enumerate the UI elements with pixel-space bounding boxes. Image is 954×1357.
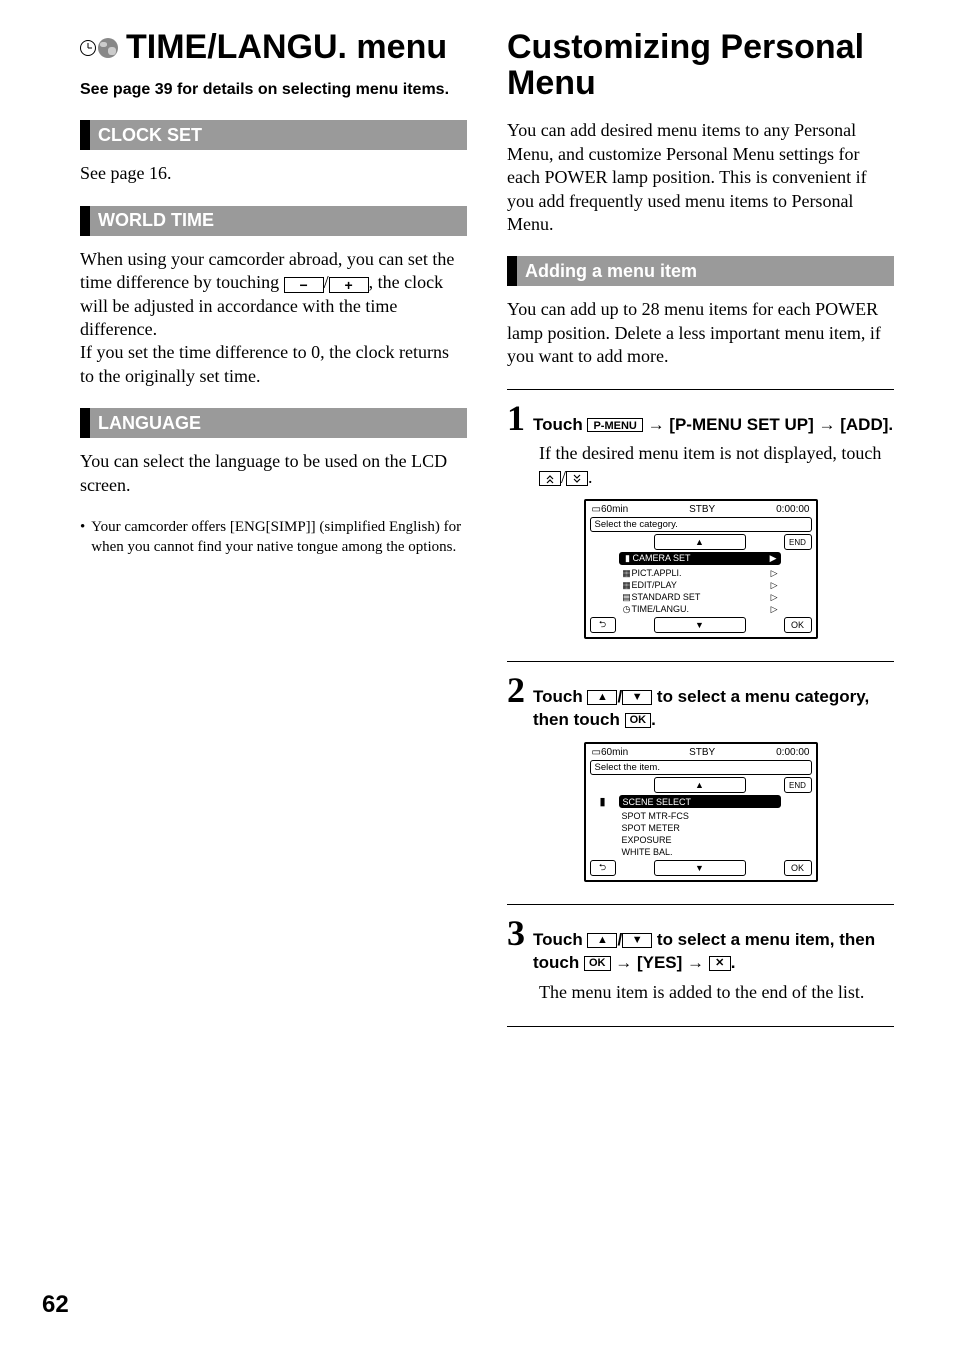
- step-1-head: Touch P-MENU → [P-MENU SET UP] → [ADD].: [533, 414, 893, 437]
- right-intro: You can add desired menu items to any Pe…: [507, 119, 894, 236]
- clock-set-bar: CLOCK SET: [80, 120, 467, 150]
- step-2: 2 Touch ▲/▼ to select a menu category, t…: [507, 661, 894, 882]
- lcd2-back-icon: ⮌: [590, 860, 616, 876]
- lcd2-item-whitebal: WHITE BAL.: [619, 846, 781, 858]
- lcd1-item-time: ◷TIME/LANGU.▷: [619, 603, 781, 615]
- down-arrow-button-icon: ▼: [622, 690, 652, 705]
- adding-menu-title: Adding a menu item: [517, 261, 697, 282]
- step-1-number: 1: [507, 400, 525, 436]
- s3-yes: → [YES] →: [611, 953, 709, 972]
- down-arrow-button-icon-2: ▼: [622, 933, 652, 948]
- s1-mid: → [P-MENU SET UP] → [ADD].: [648, 415, 894, 434]
- plus-button-icon: +: [329, 277, 369, 293]
- s3-end: .: [731, 953, 736, 972]
- lcd1-time: 0:00:00: [776, 504, 809, 515]
- add-intro: You can add up to 28 menu items for each…: [507, 298, 894, 368]
- scroll-down-double-icon: [566, 471, 588, 486]
- left-heading: TIME/LANGU. menu: [80, 30, 467, 66]
- ok-button-icon-2: OK: [584, 956, 611, 971]
- step-2-head: Touch ▲/▼ to select a menu category, the…: [533, 686, 894, 732]
- right-column: Customizing Personal Menu You can add de…: [507, 30, 894, 1027]
- language-bullet: • Your camcorder offers [ENG[SIMP]] (sim…: [80, 517, 467, 558]
- lcd1-item-standard: ▤STANDARD SET▷: [619, 591, 781, 603]
- page-number: 62: [42, 1291, 69, 1319]
- world-time-bar: WORLD TIME: [80, 206, 467, 236]
- language-body: You can select the language to be used o…: [80, 450, 467, 497]
- clock-icon: [80, 40, 96, 56]
- left-column: TIME/LANGU. menu See page 39 for details…: [80, 30, 467, 1027]
- lcd1-item-edit: ▦EDIT/PLAY▷: [619, 579, 781, 591]
- globe-icon: [98, 38, 118, 58]
- lcd2-item-spotmeter: SPOT METER: [619, 822, 781, 834]
- lcd1-down-icon: ▼: [654, 617, 746, 633]
- lcd2-item-scene: SCENE SELECT: [619, 795, 781, 808]
- bullet-icon: •: [80, 517, 85, 558]
- lcd1-item-camera: ▮CAMERA SET▶: [619, 552, 781, 565]
- lcd2-list: ▲ SCENE SELECT SPOT MTR-FCS SPOT METER E…: [619, 777, 781, 858]
- lcd1-end-btn: END: [784, 534, 812, 550]
- s1-pre: Touch: [533, 415, 587, 434]
- lcd2-title: Select the item.: [590, 760, 812, 775]
- language-bar: LANGUAGE: [80, 408, 467, 438]
- lcd2-item-exposure: EXPOSURE: [619, 834, 781, 846]
- step-3-head: Touch ▲/▼ to select a menu item, then to…: [533, 929, 894, 975]
- clock-set-title: CLOCK SET: [90, 125, 202, 146]
- step-1-sub: If the desired menu item is not displaye…: [539, 442, 894, 489]
- up-arrow-button-icon: ▲: [587, 690, 617, 705]
- lcd2-batt: ▭60min: [592, 747, 629, 758]
- lcd2-stby: STBY: [689, 747, 715, 758]
- lcd2-time: 0:00:00: [776, 747, 809, 758]
- s3-pre: Touch: [533, 930, 587, 949]
- lcd1-ok-btn: OK: [784, 617, 812, 633]
- pmenu-button-icon: P-MENU: [587, 418, 642, 432]
- step-3-number: 3: [507, 915, 525, 951]
- lcd2-ok-btn: OK: [784, 860, 812, 876]
- world-time-title: WORLD TIME: [90, 210, 214, 231]
- lcd1-stby: STBY: [689, 504, 715, 515]
- lcd1-title: Select the category.: [590, 517, 812, 532]
- adding-menu-bar: Adding a menu item: [507, 256, 894, 286]
- s2-end: .: [651, 710, 656, 729]
- step-1: 1 Touch P-MENU → [P-MENU SET UP] → [ADD]…: [507, 389, 894, 640]
- selecting-note: See page 39 for details on selecting men…: [80, 80, 467, 101]
- world-time-body: When using your camcorder abroad, you ca…: [80, 248, 467, 388]
- close-x-button-icon: ✕: [709, 956, 731, 971]
- lcd2-up-icon: ▲: [654, 777, 746, 793]
- lcd-screen-2: ▭60min STBY 0:00:00 Select the item. ▮ ▲…: [584, 742, 818, 882]
- lcd2-item-spotmtr: SPOT MTR-FCS: [619, 810, 781, 822]
- lcd1-item-pict: ▦PICT.APPLI.▷: [619, 567, 781, 579]
- step-3-sub: The menu item is added to the end of the…: [539, 981, 894, 1004]
- lcd1-back-icon: ⮌: [590, 617, 616, 633]
- minus-button-icon: −: [284, 277, 324, 293]
- step-2-number: 2: [507, 672, 525, 708]
- lcd2-end-btn: END: [784, 777, 812, 793]
- step-3: 3 Touch ▲/▼ to select a menu item, then …: [507, 904, 894, 1004]
- lcd1-up-icon: ▲: [654, 534, 746, 550]
- s2-pre: Touch: [533, 687, 587, 706]
- lcd2-down-icon: ▼: [654, 860, 746, 876]
- lcd1-list: ▲ ▮CAMERA SET▶ ▦PICT.APPLI.▷ ▦EDIT/PLAY▷…: [619, 534, 781, 615]
- time-langu-icon-group: [80, 38, 118, 58]
- up-arrow-button-icon-2: ▲: [587, 933, 617, 948]
- s1-sub-pre: If the desired menu item is not displaye…: [539, 443, 881, 463]
- right-heading: Customizing Personal Menu: [507, 30, 894, 101]
- language-title: LANGUAGE: [90, 413, 201, 434]
- scroll-up-double-icon: [539, 471, 561, 486]
- ok-button-icon: OK: [625, 713, 652, 728]
- lcd2-category-icon: ▮: [599, 795, 605, 808]
- lcd-screen-1: ▭60min STBY 0:00:00 Select the category.…: [584, 499, 818, 639]
- lcd1-batt: ▭60min: [592, 504, 629, 515]
- clock-set-body: See page 16.: [80, 162, 467, 185]
- step-3-end-rule: [507, 1026, 894, 1027]
- language-bullet-text: Your camcorder offers [ENG[SIMP]] (simpl…: [91, 517, 467, 558]
- heading-text: TIME/LANGU. menu: [126, 30, 447, 66]
